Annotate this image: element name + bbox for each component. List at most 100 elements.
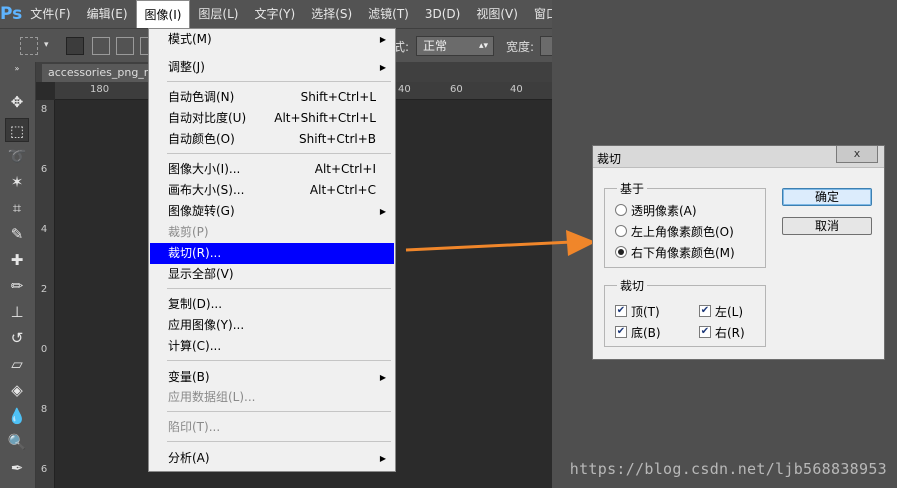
preset-dropdown-arrow-icon[interactable]: ▾ (44, 40, 49, 50)
radio-transparent-pixels[interactable]: 透明像素(A) (615, 201, 697, 219)
checkmark-icon[interactable]: ✔ (615, 326, 627, 338)
style-value: 正常 (423, 39, 448, 53)
radio-top-left-color[interactable]: 左上角像素颜色(O) (615, 222, 734, 240)
submenu-arrow-icon: ▶ (379, 373, 386, 382)
submenu-arrow-icon: ▶ (379, 454, 386, 463)
menu-separator (167, 441, 391, 442)
menu-type[interactable]: 文字(Y) (246, 0, 303, 28)
photoshop-logo: Ps (0, 4, 23, 24)
menu-item-apply-image[interactable]: 应用图像(Y)... (150, 315, 394, 336)
checkbox-right[interactable]: ✔ 右(R) (699, 323, 745, 341)
collapse-panel-icon[interactable]: » (5, 64, 29, 74)
radio-button[interactable] (615, 225, 627, 237)
eraser-tool-icon[interactable]: ▱ (5, 352, 29, 376)
radio-bottom-right-color[interactable]: 右下角像素颜色(M) (615, 243, 735, 261)
subtract-selection-icon[interactable] (116, 37, 134, 55)
radio-button-selected[interactable] (615, 246, 627, 258)
ok-button[interactable]: 确定 (782, 188, 872, 206)
menu-item-auto-contrast[interactable]: 自动对比度(U) Alt+Shift+Ctrl+L (150, 108, 394, 129)
ruler-tick: 40 (398, 84, 411, 95)
style-select[interactable]: 正常 ▴▾ (416, 36, 494, 56)
marquee-tool-icon[interactable]: ⬚ (5, 118, 29, 142)
checkmark-icon[interactable]: ✔ (699, 326, 711, 338)
dodge-tool-icon[interactable]: 🔍 (5, 430, 29, 454)
menu-item-variables[interactable]: 变量(B) ▶ (150, 367, 394, 388)
menu-image[interactable]: 图像(I) (135, 0, 191, 28)
menu-file[interactable]: 文件(F) (22, 0, 78, 28)
cancel-button[interactable]: 取消 (782, 217, 872, 235)
menu-separator (167, 411, 391, 412)
radio-button[interactable] (615, 204, 627, 216)
dialog-titlebar[interactable]: 裁切 x (593, 146, 884, 168)
menu-view[interactable]: 视图(V) (468, 0, 526, 28)
trim-away-group: 裁切 ✔ 顶(T) ✔ 左(L) ✔ 底(B) ✔ 右(R) (604, 277, 766, 347)
arrow-shaft (405, 240, 573, 252)
menu-item-canvas-size[interactable]: 画布大小(S)... Alt+Ctrl+C (150, 180, 394, 201)
move-tool-icon[interactable]: ✥ (5, 90, 29, 114)
ruler-tick: 4 (40, 224, 48, 235)
clone-stamp-tool-icon[interactable]: ⊥ (5, 300, 29, 324)
checkmark-icon[interactable]: ✔ (699, 305, 711, 317)
menu-item-trim[interactable]: 裁切(R)... (150, 243, 394, 264)
ruler-tick: 180 (90, 84, 110, 95)
checkbox-bottom[interactable]: ✔ 底(B) (615, 323, 661, 341)
menu-separator (167, 153, 391, 154)
chevron-updown-icon: ▴▾ (478, 41, 488, 51)
checkbox-left[interactable]: ✔ 左(L) (699, 302, 743, 320)
blur-tool-icon[interactable]: 💧 (5, 404, 29, 428)
shortcut-label: Shift+Ctrl+B (299, 132, 376, 146)
checkmark-icon[interactable]: ✔ (615, 305, 627, 317)
menu-item-auto-color[interactable]: 自动颜色(O) Shift+Ctrl+B (150, 129, 394, 150)
menu-item-image-size[interactable]: 图像大小(I)... Alt+Ctrl+I (150, 159, 394, 180)
menu-select[interactable]: 选择(S) (303, 0, 360, 28)
brush-tool-icon[interactable]: ✏ (5, 274, 29, 298)
tab-document[interactable]: accessories_png_re (42, 64, 150, 82)
magic-wand-tool-icon[interactable]: ✶ (5, 170, 29, 194)
vertical-ruler: 8 6 4 2 0 8 6 (36, 100, 55, 488)
rect-marquee-preset-icon[interactable] (20, 37, 38, 55)
menu-item-reveal-all[interactable]: 显示全部(V) (150, 264, 394, 285)
shortcut-label: Shift+Ctrl+L (300, 90, 376, 104)
dialog-title: 裁切 (597, 152, 622, 166)
new-selection-icon[interactable] (66, 37, 84, 55)
menu-item-adjustments[interactable]: 调整(J) ▶ (150, 57, 394, 78)
menu-edit[interactable]: 编辑(E) (79, 0, 136, 28)
submenu-arrow-icon: ▶ (379, 207, 386, 216)
paint-bucket-tool-icon[interactable]: ◈ (5, 378, 29, 402)
menu-bar: Ps 文件(F) 编辑(E) 图像(I) 图层(L) 文字(Y) 选择(S) 滤… (0, 0, 552, 28)
submenu-arrow-icon: ▶ (379, 63, 386, 72)
menu-filter[interactable]: 滤镜(T) (360, 0, 417, 28)
menu-item-calculations[interactable]: 计算(C)... (150, 336, 394, 357)
ruler-tick: 8 (40, 404, 48, 415)
menu-window[interactable]: 窗口 (526, 0, 552, 28)
tools-panel: » ✥ ⬚ ➰ ✶ ⌗ ✎ ✚ ✏ ⊥ ↺ ▱ ◈ 💧 🔍 ✒ (0, 62, 36, 488)
history-brush-tool-icon[interactable]: ↺ (5, 326, 29, 350)
healing-brush-tool-icon[interactable]: ✚ (5, 248, 29, 272)
width-input[interactable] (540, 36, 552, 56)
menu-item-duplicate[interactable]: 复制(D)... (150, 294, 394, 315)
based-on-group: 基于 透明像素(A) 左上角像素颜色(O) 右下角像素颜色(M) (604, 180, 766, 268)
checkbox-top[interactable]: ✔ 顶(T) (615, 302, 660, 320)
close-button[interactable]: x (836, 146, 878, 163)
ruler-tick: 2 (40, 284, 48, 295)
eyedropper-tool-icon[interactable]: ✎ (5, 222, 29, 246)
add-to-selection-icon[interactable] (92, 37, 110, 55)
menu-item-image-rotation[interactable]: 图像旋转(G) ▶ (150, 201, 394, 222)
ruler-tick: 40 (510, 84, 523, 95)
ruler-tick: 60 (450, 84, 463, 95)
menu-item-apply-data-set: 应用数据组(L)... (168, 390, 256, 404)
lasso-tool-icon[interactable]: ➰ (5, 144, 29, 168)
shortcut-label: Alt+Ctrl+I (314, 162, 376, 176)
crop-tool-icon[interactable]: ⌗ (5, 196, 29, 220)
menu-separator (167, 81, 391, 82)
menu-item-analysis[interactable]: 分析(A) ▶ (150, 448, 394, 469)
trim-away-legend: 裁切 (617, 277, 648, 294)
watermark-url: https://blog.csdn.net/ljb568838953 (569, 460, 887, 478)
menu-3d[interactable]: 3D(D) (417, 0, 468, 28)
shortcut-label: Alt+Ctrl+C (309, 183, 376, 197)
menu-item-mode[interactable]: 模式(M) ▶ (150, 29, 394, 50)
menu-layer[interactable]: 图层(L) (190, 0, 246, 28)
pen-tool-icon[interactable]: ✒ (5, 456, 29, 480)
menu-item-auto-tone[interactable]: 自动色调(N) Shift+Ctrl+L (150, 87, 394, 108)
trim-dialog: 裁切 x 基于 透明像素(A) 左上角像素颜色(O) 右下角像素颜色(M) 裁切… (592, 145, 885, 360)
